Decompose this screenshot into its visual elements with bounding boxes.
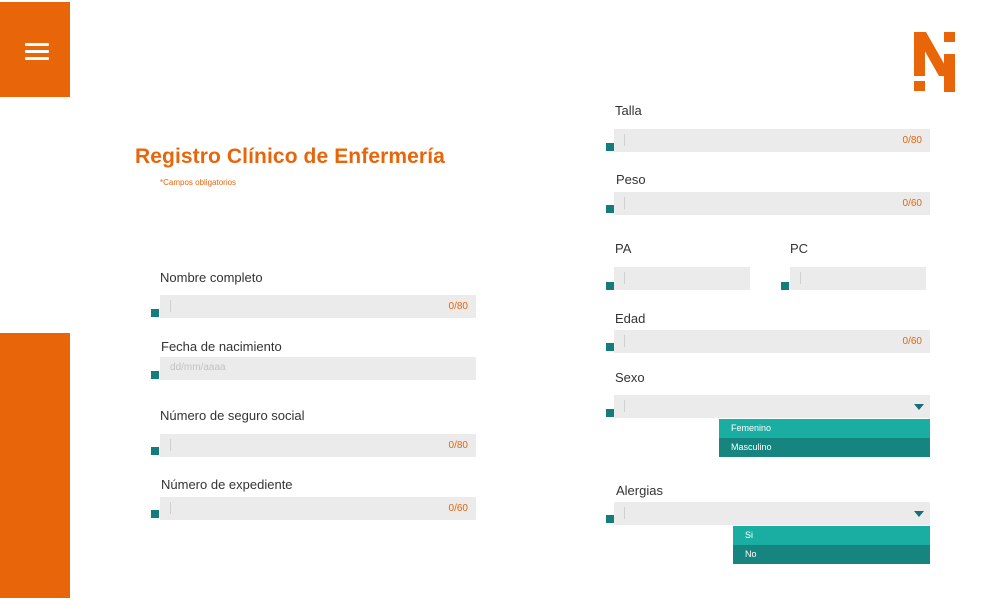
pc-input[interactable] (790, 267, 926, 290)
text-caret (624, 400, 625, 412)
text-caret (170, 300, 171, 312)
field-marker (151, 447, 159, 455)
field-marker (606, 282, 614, 290)
date-placeholder: dd/mm/aaaa (170, 362, 226, 373)
edad-label: Edad (615, 311, 646, 326)
pc-label: PC (790, 241, 809, 256)
talla-label: Talla (615, 103, 642, 118)
hamburger-menu-icon (25, 43, 49, 46)
triangle-down-icon[interactable] (914, 404, 924, 410)
text-caret (624, 197, 625, 209)
text-caret (624, 134, 625, 146)
expediente-input[interactable]: 0/60 (160, 497, 476, 520)
pa-label: PA (615, 241, 632, 256)
alergias-option-si[interactable]: Si (733, 526, 930, 545)
fecha-nacimiento-label: Fecha de nacimiento (161, 339, 282, 354)
pa-input[interactable] (614, 267, 750, 290)
text-caret (624, 272, 625, 284)
field-marker (606, 515, 614, 523)
alergias-select[interactable] (614, 502, 930, 525)
char-counter: 0/60 (902, 198, 922, 209)
brand-n-logo (914, 32, 955, 92)
sexo-select[interactable] (614, 395, 930, 418)
char-counter: 0/60 (448, 503, 468, 514)
field-marker (606, 343, 614, 351)
nombre-completo-input[interactable]: 0/80 (160, 295, 476, 318)
char-counter: 0/80 (902, 135, 922, 146)
text-caret (170, 502, 171, 514)
field-marker (781, 282, 789, 290)
field-marker (606, 409, 614, 417)
required-fields-note: *Campos obligatorios (160, 178, 237, 187)
field-marker (151, 510, 159, 518)
field-marker (606, 205, 614, 213)
seguro-social-label: Número de seguro social (160, 408, 305, 423)
expediente-label: Número de expediente (161, 477, 293, 492)
alergias-option-no[interactable]: No (733, 545, 930, 564)
char-counter: 0/80 (448, 440, 468, 451)
sexo-label: Sexo (615, 370, 645, 385)
sexo-option-masculino[interactable]: Masculino (719, 438, 930, 457)
sexo-option-femenino[interactable]: Femenino (719, 419, 930, 438)
sexo-options: Femenino Masculino (719, 419, 930, 457)
side-decoration (0, 333, 70, 598)
triangle-down-icon[interactable] (914, 511, 924, 517)
seguro-social-input[interactable]: 0/80 (160, 434, 476, 457)
fecha-nacimiento-input[interactable]: dd/mm/aaaa (160, 357, 476, 380)
peso-input[interactable]: 0/60 (614, 192, 930, 215)
text-caret (624, 507, 625, 519)
page-title: Registro Clínico de Enfermería (135, 145, 445, 168)
edad-input[interactable]: 0/60 (614, 330, 930, 353)
nombre-completo-label: Nombre completo (160, 270, 263, 285)
field-marker (151, 371, 159, 379)
char-counter: 0/60 (902, 336, 922, 347)
alergias-label: Alergias (616, 483, 663, 498)
field-marker (151, 309, 159, 317)
hamburger-menu-icon-line (25, 50, 49, 53)
hamburger-menu-icon-line (25, 57, 49, 60)
alergias-options: Si No (733, 526, 930, 564)
peso-label: Peso (616, 172, 646, 187)
char-counter: 0/80 (448, 301, 468, 312)
menu-button[interactable] (0, 2, 70, 97)
text-caret (624, 335, 625, 347)
text-caret (170, 439, 171, 451)
text-caret (800, 272, 801, 284)
field-marker (606, 143, 614, 151)
talla-input[interactable]: 0/80 (614, 129, 930, 152)
